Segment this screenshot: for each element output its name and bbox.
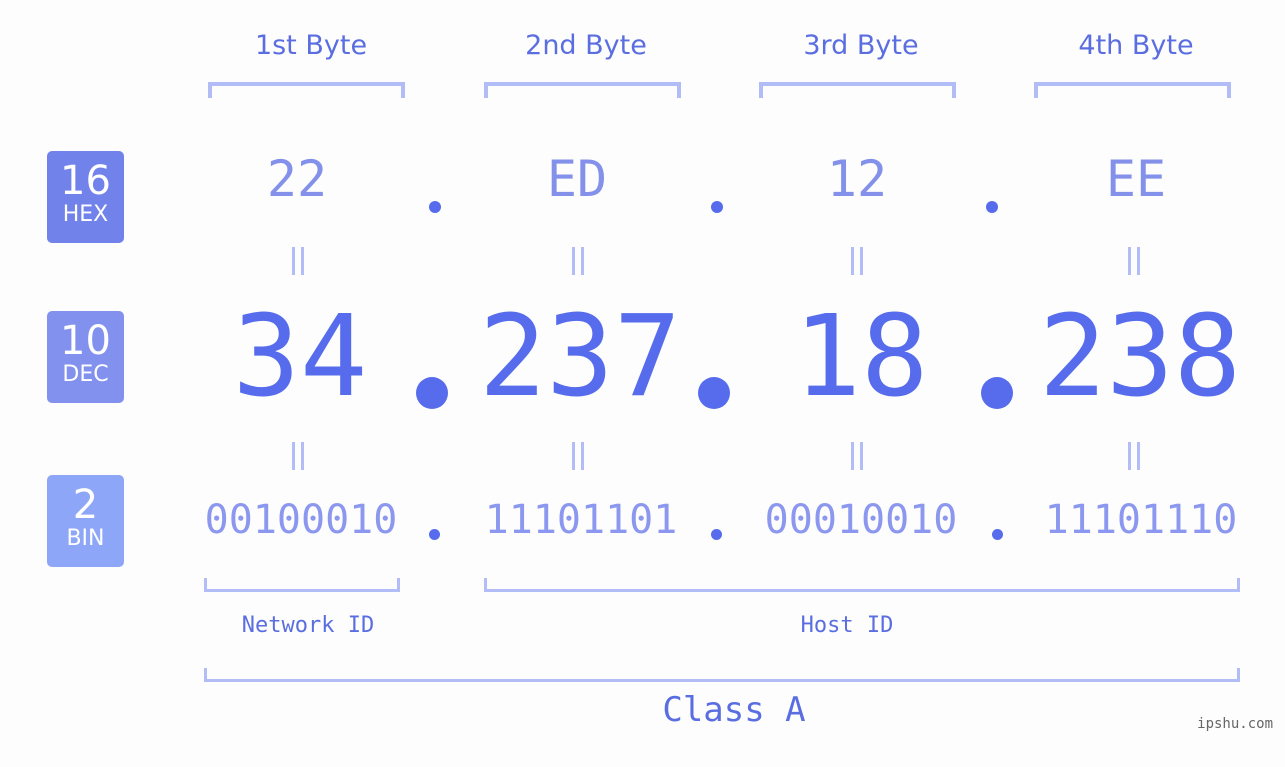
equals-icon	[1128, 247, 1142, 275]
byte-header-3: 3rd Byte	[803, 30, 919, 61]
hex-separator-dot	[429, 201, 441, 213]
host-id-label: Host ID	[800, 613, 894, 638]
hex-base-number: 16	[60, 158, 111, 204]
dec-byte-4: 238	[1038, 292, 1242, 422]
bin-base-label: BIN	[66, 526, 105, 551]
dec-badge: 10 DEC	[47, 311, 124, 403]
bin-byte-3: 00010010	[764, 497, 958, 543]
byte-header-2: 2nd Byte	[525, 30, 647, 61]
equals-icon	[292, 247, 306, 275]
network-id-bracket	[204, 578, 400, 592]
hex-separator-dot	[986, 201, 998, 213]
dec-separator-dot	[981, 377, 1013, 409]
host-id-bracket	[484, 578, 1240, 592]
network-id-label: Network ID	[241, 613, 375, 638]
byte-header-4: 4th Byte	[1078, 30, 1194, 61]
equals-icon	[1128, 442, 1142, 470]
hex-byte-3: 12	[826, 150, 888, 208]
dec-byte-1: 34	[232, 292, 368, 422]
bin-byte-2: 11101101	[484, 497, 678, 543]
watermark: ipshu.com	[1197, 716, 1273, 732]
byte-bracket-4	[1034, 82, 1231, 98]
bin-separator-dot	[429, 529, 440, 540]
hex-byte-1: 22	[266, 150, 328, 208]
bin-separator-dot	[992, 529, 1003, 540]
byte-bracket-3	[759, 82, 956, 98]
byte-header-1: 1st Byte	[254, 30, 368, 61]
bin-separator-dot	[711, 529, 722, 540]
ip-class-label: Class A	[662, 690, 806, 730]
equals-icon	[851, 247, 865, 275]
bin-badge: 2 BIN	[47, 475, 124, 567]
equals-icon	[851, 442, 865, 470]
hex-base-label: HEX	[62, 202, 109, 227]
equals-icon	[572, 247, 586, 275]
dec-byte-3: 18	[793, 292, 929, 422]
class-bracket	[204, 668, 1240, 682]
equals-icon	[292, 442, 306, 470]
bin-byte-4: 11101110	[1044, 497, 1238, 543]
hex-byte-4: EE	[1105, 150, 1167, 208]
bin-byte-1: 00100010	[204, 497, 398, 543]
dec-separator-dot	[416, 377, 448, 409]
bin-base-number: 2	[72, 482, 99, 528]
dec-separator-dot	[698, 377, 730, 409]
hex-byte-2: ED	[546, 150, 608, 208]
dec-base-label: DEC	[62, 362, 109, 387]
equals-icon	[572, 442, 586, 470]
dec-byte-2: 237	[478, 292, 682, 422]
byte-bracket-1	[208, 82, 405, 98]
hex-badge: 16 HEX	[47, 151, 124, 243]
hex-separator-dot	[711, 201, 723, 213]
dec-base-number: 10	[60, 318, 111, 364]
byte-bracket-2	[484, 82, 681, 98]
